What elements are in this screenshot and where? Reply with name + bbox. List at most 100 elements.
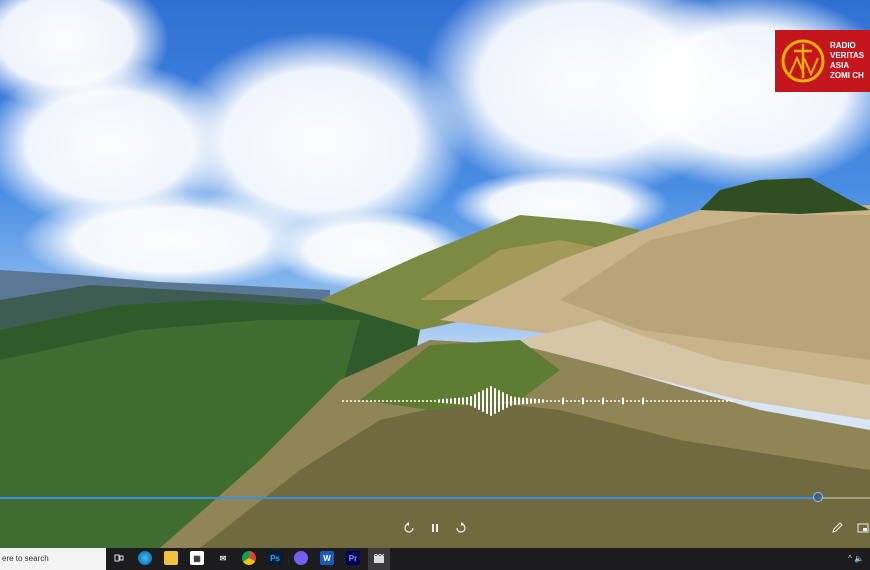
waveform-bar: [514, 397, 516, 405]
waveform-bar: [370, 400, 372, 402]
windows-taskbar: ere to search ▦ ✉ Ps W Pr ^ 🔈: [0, 548, 870, 570]
waveform-bar: [554, 400, 556, 402]
waveform-bar: [546, 400, 548, 402]
rewind-10-icon[interactable]: [402, 521, 416, 535]
waveform-bar: [390, 400, 392, 402]
waveform-bar: [666, 400, 668, 402]
waveform-bar: [498, 390, 500, 412]
video-frame: RADIO VERITAS ASIA ZOMI CH: [0, 0, 870, 548]
waveform-bar: [470, 396, 472, 406]
waveform-bar: [490, 386, 492, 416]
waveform-bar: [618, 400, 620, 402]
waveform-bar: [566, 400, 568, 402]
waveform-bar: [718, 400, 720, 402]
waveform-bar: [366, 400, 368, 402]
mail-icon[interactable]: ✉: [216, 551, 230, 565]
waveform-bar: [726, 400, 728, 402]
waveform-bar: [590, 400, 592, 402]
forward-30-icon[interactable]: [454, 521, 468, 535]
waveform-bar: [570, 400, 572, 402]
waveform-bar: [598, 400, 600, 402]
waveform-bar: [714, 400, 716, 402]
seek-bar-handle[interactable]: [812, 492, 823, 502]
system-tray[interactable]: ^ 🔈: [848, 548, 864, 570]
audio-waveform: [342, 386, 732, 416]
chrome-icon[interactable]: [242, 551, 256, 565]
waveform-bar: [702, 400, 704, 402]
rva-seal-icon: [781, 39, 825, 83]
radio-veritas-logo: RADIO VERITAS ASIA ZOMI CH: [775, 30, 870, 92]
pause-icon[interactable]: [428, 521, 442, 535]
waveform-bar: [410, 400, 412, 402]
photoshop-icon[interactable]: Ps: [268, 551, 282, 565]
waveform-bar: [538, 398, 540, 404]
waveform-bar: [482, 390, 484, 412]
calendar-icon[interactable]: ▦: [190, 551, 204, 565]
seek-bar-fill: [0, 497, 818, 499]
waveform-bar: [622, 397, 624, 405]
waveform-bar: [474, 394, 476, 408]
waveform-bar: [430, 400, 432, 402]
waveform-bar: [406, 400, 408, 402]
waveform-bar: [414, 400, 416, 402]
waveform-bar: [722, 400, 724, 402]
waveform-bar: [422, 400, 424, 402]
waveform-bar: [354, 400, 356, 402]
waveform-bar: [638, 400, 640, 402]
edge-icon[interactable]: [138, 551, 152, 565]
premiere-icon[interactable]: Pr: [346, 551, 360, 565]
waveform-bar: [582, 397, 584, 405]
file-explorer-icon[interactable]: [164, 551, 178, 565]
waveform-bar: [606, 400, 608, 402]
logo-line: ASIA: [830, 61, 850, 70]
word-icon[interactable]: W: [320, 551, 334, 565]
waveform-bar: [670, 400, 672, 402]
waveform-bar: [534, 398, 536, 404]
waveform-bar: [646, 400, 648, 402]
waveform-bar: [662, 400, 664, 402]
waveform-bar: [526, 397, 528, 405]
waveform-bar: [434, 400, 436, 402]
waveform-bar: [698, 400, 700, 402]
taskbar-search-box[interactable]: ere to search: [0, 548, 106, 570]
waveform-bar: [346, 400, 348, 402]
task-view-icon[interactable]: [112, 551, 126, 565]
waveform-bar: [442, 398, 444, 404]
waveform-bar: [374, 400, 376, 402]
viber-icon[interactable]: [294, 551, 308, 565]
waveform-bar: [602, 397, 604, 405]
logo-text: RADIO VERITAS ASIA ZOMI CH: [830, 41, 870, 81]
waveform-bar: [674, 400, 676, 402]
miniplayer-icon[interactable]: [856, 521, 870, 535]
waveform-bar: [350, 400, 352, 402]
waveform-bar: [594, 400, 596, 402]
waveform-bar: [426, 400, 428, 402]
waveform-bar: [678, 400, 680, 402]
waveform-bar: [502, 392, 504, 410]
waveform-bar: [342, 400, 344, 402]
waveform-bar: [530, 398, 532, 404]
waveform-bar: [438, 399, 440, 403]
waveform-bar: [574, 400, 576, 402]
waveform-bar: [558, 400, 560, 402]
waveform-bar: [510, 396, 512, 406]
waveform-bar: [466, 397, 468, 405]
waveform-bar: [658, 400, 660, 402]
waveform-bar: [610, 400, 612, 402]
waveform-bar: [642, 397, 644, 405]
waveform-bar: [542, 399, 544, 403]
waveform-bar: [486, 388, 488, 414]
logo-line: ZOMI CH: [830, 71, 864, 80]
landscape: [0, 178, 870, 548]
waveform-bar: [710, 400, 712, 402]
waveform-bar: [550, 400, 552, 402]
waveform-bar: [730, 400, 732, 402]
seek-bar[interactable]: [0, 492, 870, 502]
waveform-bar: [494, 388, 496, 414]
waveform-bar: [358, 400, 360, 402]
video-editor-icon[interactable]: [368, 548, 390, 570]
waveform-bar: [630, 400, 632, 402]
waveform-bar: [446, 398, 448, 404]
pencil-icon[interactable]: [830, 521, 844, 535]
waveform-bar: [378, 400, 380, 402]
